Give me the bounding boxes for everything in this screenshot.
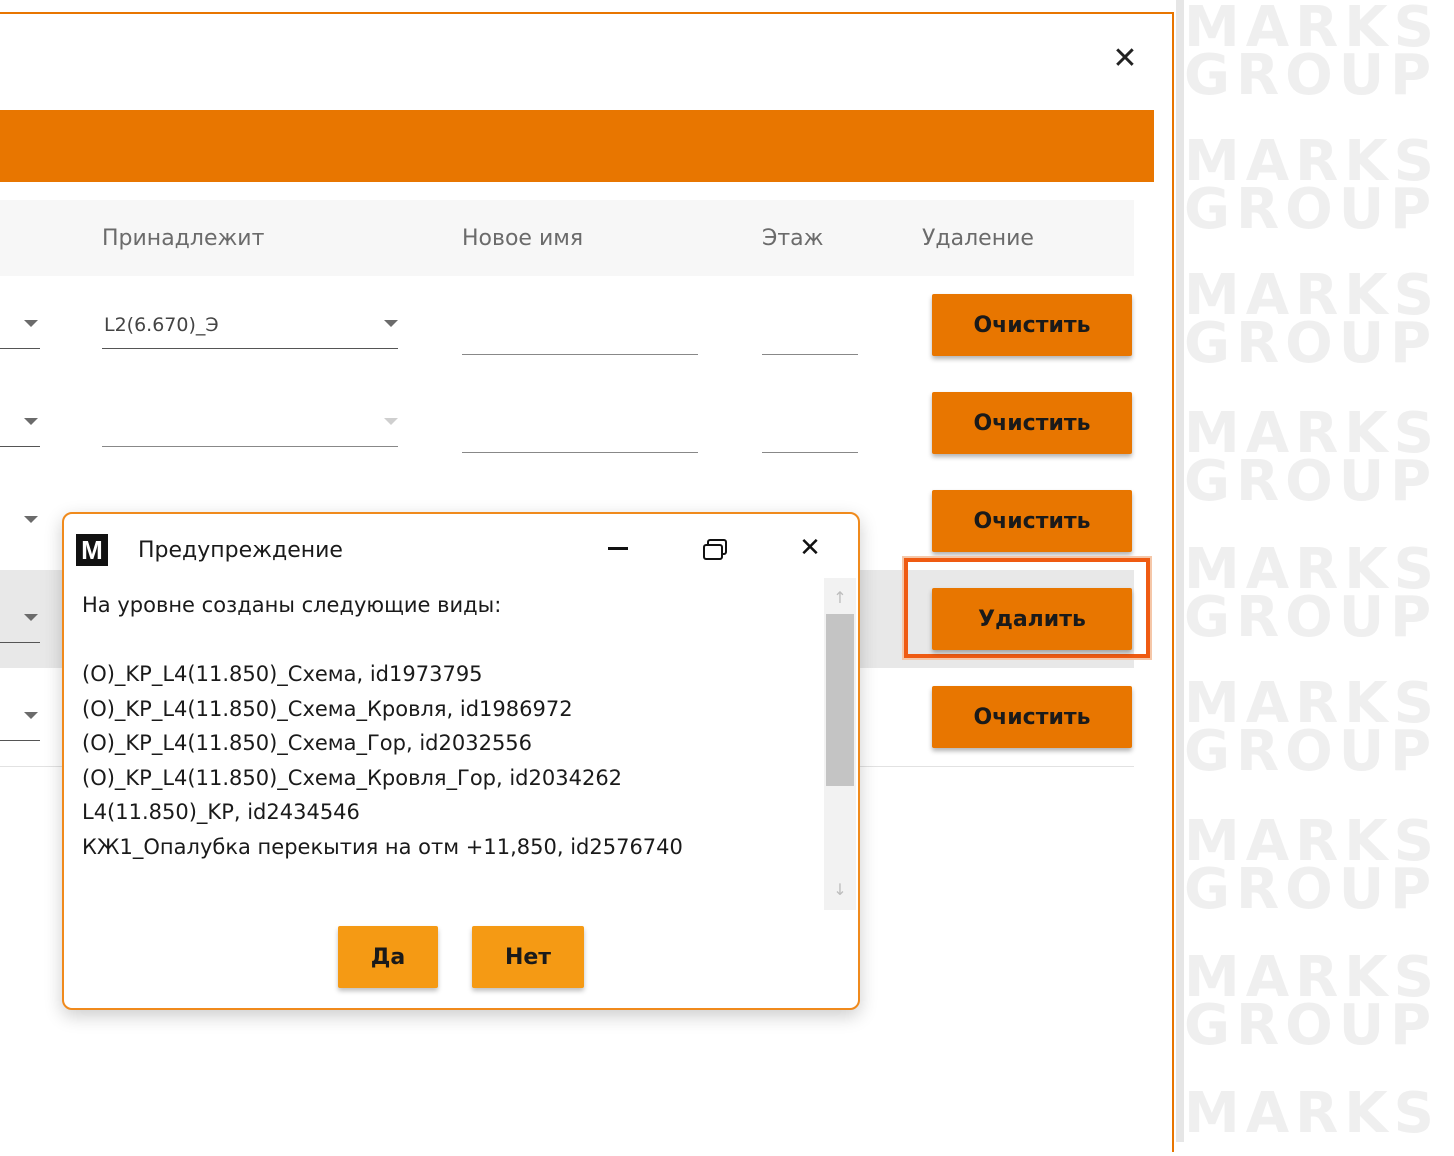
scroll-up-icon[interactable]: ↑ [824, 582, 856, 614]
minimize-button[interactable] [598, 528, 638, 568]
watermark-text: MARKS GROUP [1184, 945, 1440, 1058]
message-line: L4(11.850)_KP, id2434546 [82, 800, 360, 824]
delete-button[interactable]: Удалить [932, 588, 1132, 650]
yes-button[interactable]: Да [338, 926, 438, 988]
close-icon[interactable]: ✕ [1110, 44, 1140, 74]
message-line [82, 623, 822, 658]
column-header-belongs-to: Принадлежит [102, 226, 265, 251]
belongs-to-select[interactable] [102, 446, 398, 447]
background-watermark-area: MARKS GROUP MARKS GROUP MARKS GROUP MARK… [1176, 0, 1454, 1142]
message-line: КЖ1_Опалубка перекытия на отм +11,850, i… [82, 834, 683, 859]
watermark-text: MARKS [1184, 1081, 1440, 1142]
watermark-text: MARKS GROUP [1184, 809, 1440, 922]
select-underline [0, 740, 40, 741]
watermark-text: MARKS GROUP [1184, 401, 1440, 514]
clear-button[interactable]: Очистить [932, 490, 1132, 552]
message-line: (O)_KP_L4(11.850)_Схема_Кровля_Гор, id20… [82, 765, 623, 790]
clear-button[interactable]: Очистить [932, 392, 1132, 454]
column-header-floor: Этаж [762, 226, 824, 251]
belongs-to-select-value[interactable]: L2(6.670)_Э [104, 314, 219, 336]
message-line: (O)_KP_L4(11.850)_Схема_Гор, id2032556 [82, 731, 533, 755]
message-line: На уровне созданы следующие виды: [82, 593, 502, 617]
restore-icon [703, 539, 727, 560]
new-name-input[interactable] [462, 354, 698, 355]
app-logo-icon: M [76, 534, 108, 566]
scrollbar-thumb[interactable] [826, 614, 854, 786]
message-line: (O)_KP_L4(11.850)_Схема_Кровля, id198697… [82, 696, 573, 721]
watermark-text: MARKS GROUP [1184, 129, 1440, 242]
column-header-deletion: Удаление [922, 226, 1034, 251]
dialog-scrollbar[interactable]: ↑ ↓ [824, 578, 856, 910]
clear-button[interactable]: Очистить [932, 686, 1132, 748]
watermark-text: MARKS GROUP [1184, 0, 1440, 108]
dialog-close-button[interactable]: ✕ [790, 528, 830, 568]
dialog-message: На уровне созданы следующие виды: (O)_KP… [82, 588, 822, 864]
warning-dialog: M Предупреждение ✕ На уровне созданы сле… [62, 512, 860, 1010]
floor-input[interactable] [762, 354, 858, 355]
chevron-down-icon[interactable] [24, 712, 38, 719]
close-icon: ✕ [799, 533, 821, 563]
chevron-down-icon[interactable] [384, 418, 398, 425]
floor-input[interactable] [762, 452, 858, 453]
new-name-input[interactable] [462, 452, 698, 453]
belongs-to-select[interactable] [102, 348, 398, 349]
no-button[interactable]: Нет [472, 926, 584, 988]
window-edge-shadow [1176, 0, 1184, 1142]
header-bar [0, 110, 1154, 182]
select-underline [0, 642, 40, 643]
select-underline [0, 446, 40, 447]
column-header-new-name: Новое имя [462, 226, 584, 251]
scroll-down-icon[interactable]: ↓ [824, 874, 856, 906]
chevron-down-icon[interactable] [24, 614, 38, 621]
maximize-button[interactable] [694, 528, 734, 568]
select-underline [0, 348, 40, 349]
chevron-down-icon[interactable] [384, 320, 398, 327]
message-line: (O)_KP_L4(11.850)_Схема, id1973795 [82, 662, 483, 686]
chevron-down-icon[interactable] [24, 418, 38, 425]
minimize-icon [608, 546, 628, 550]
watermark-text: MARKS GROUP [1184, 671, 1440, 784]
watermark-text: MARKS GROUP [1184, 263, 1440, 376]
dialog-title: Предупреждение [138, 538, 343, 563]
chevron-down-icon[interactable] [24, 320, 38, 327]
watermark-text: MARKS GROUP [1184, 537, 1440, 650]
clear-button[interactable]: Очистить [932, 294, 1132, 356]
chevron-down-icon[interactable] [24, 516, 38, 523]
